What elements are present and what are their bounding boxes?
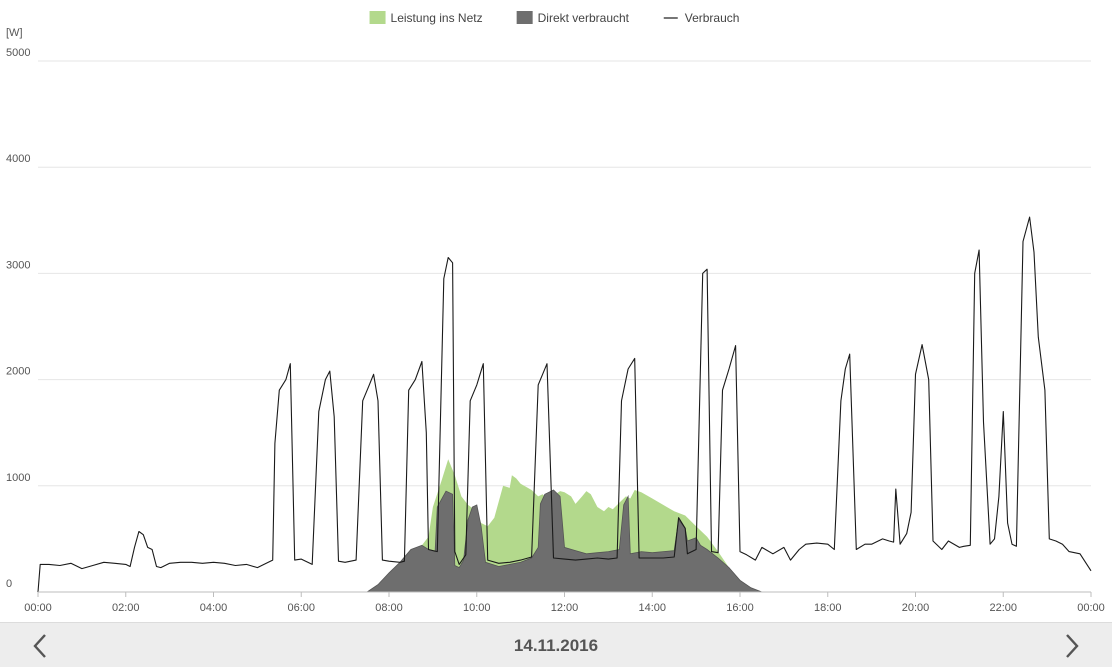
legend-label-direkt-verbraucht: Direkt verbraucht (538, 11, 630, 25)
x-tick-label: 08:00 (375, 602, 403, 614)
y-tick-label: 4000 (6, 153, 30, 165)
grid-lines (38, 60, 1091, 487)
x-axis-labels: 00:00 02:00 04:00 06:00 08:00 10:00 12:00 14:00… (24, 602, 1105, 614)
x-tick-label: 02:00 (112, 602, 140, 614)
y-axis-labels: 0 1000 2000 3000 4000 5000 (6, 47, 30, 590)
legend-swatch-direkt-verbraucht (516, 11, 533, 24)
y-tick-label: 3000 (6, 259, 30, 271)
chart-areas (365, 459, 763, 593)
legend-label-leistung-ins-netz: Leistung ins Netz (391, 11, 483, 25)
y-unit-label: [W] (6, 27, 23, 39)
x-tick-label: 12:00 (551, 602, 579, 614)
y-tick-label: 5000 (6, 47, 30, 59)
x-tick-label: 04:00 (200, 602, 228, 614)
energy-chart: 0 1000 2000 3000 4000 5000 00:00 02:00 04:00 06:… (0, 0, 1112, 622)
y-tick-label: 2000 (6, 366, 30, 378)
x-tick-label: 22:00 (989, 602, 1017, 614)
chart-svg: 0 1000 2000 3000 4000 5000 00:00 02:00 04:00 06:… (6, 11, 1105, 614)
legend-swatch-leistung-ins-netz (369, 11, 386, 24)
x-tick-label: 14:00 (638, 602, 666, 614)
x-tick-label: 16:00 (726, 602, 754, 614)
x-tick-label: 06:00 (287, 602, 315, 614)
y-tick-label: 1000 (6, 472, 30, 484)
x-tick-label: 00:00 (24, 602, 52, 614)
current-date: 14.11.2016 (513, 636, 599, 655)
x-tick-label: 20:00 (902, 602, 930, 614)
legend-label-verbrauch: Verbrauch (685, 11, 740, 25)
x-tick-label: 10:00 (463, 602, 491, 614)
chevron-right-icon (1066, 633, 1079, 658)
y-tick-label: 0 (6, 578, 12, 590)
next-day-button[interactable] (1050, 623, 1094, 668)
x-axis (37, 591, 1092, 597)
x-tick-label: 00:00 (1077, 602, 1105, 614)
x-tick-label: 18:00 (814, 602, 842, 614)
legend: Leistung ins Netz Direkt verbraucht Verbra… (369, 11, 740, 25)
date-navigation-bar: 14.11.2016 (0, 622, 1112, 667)
